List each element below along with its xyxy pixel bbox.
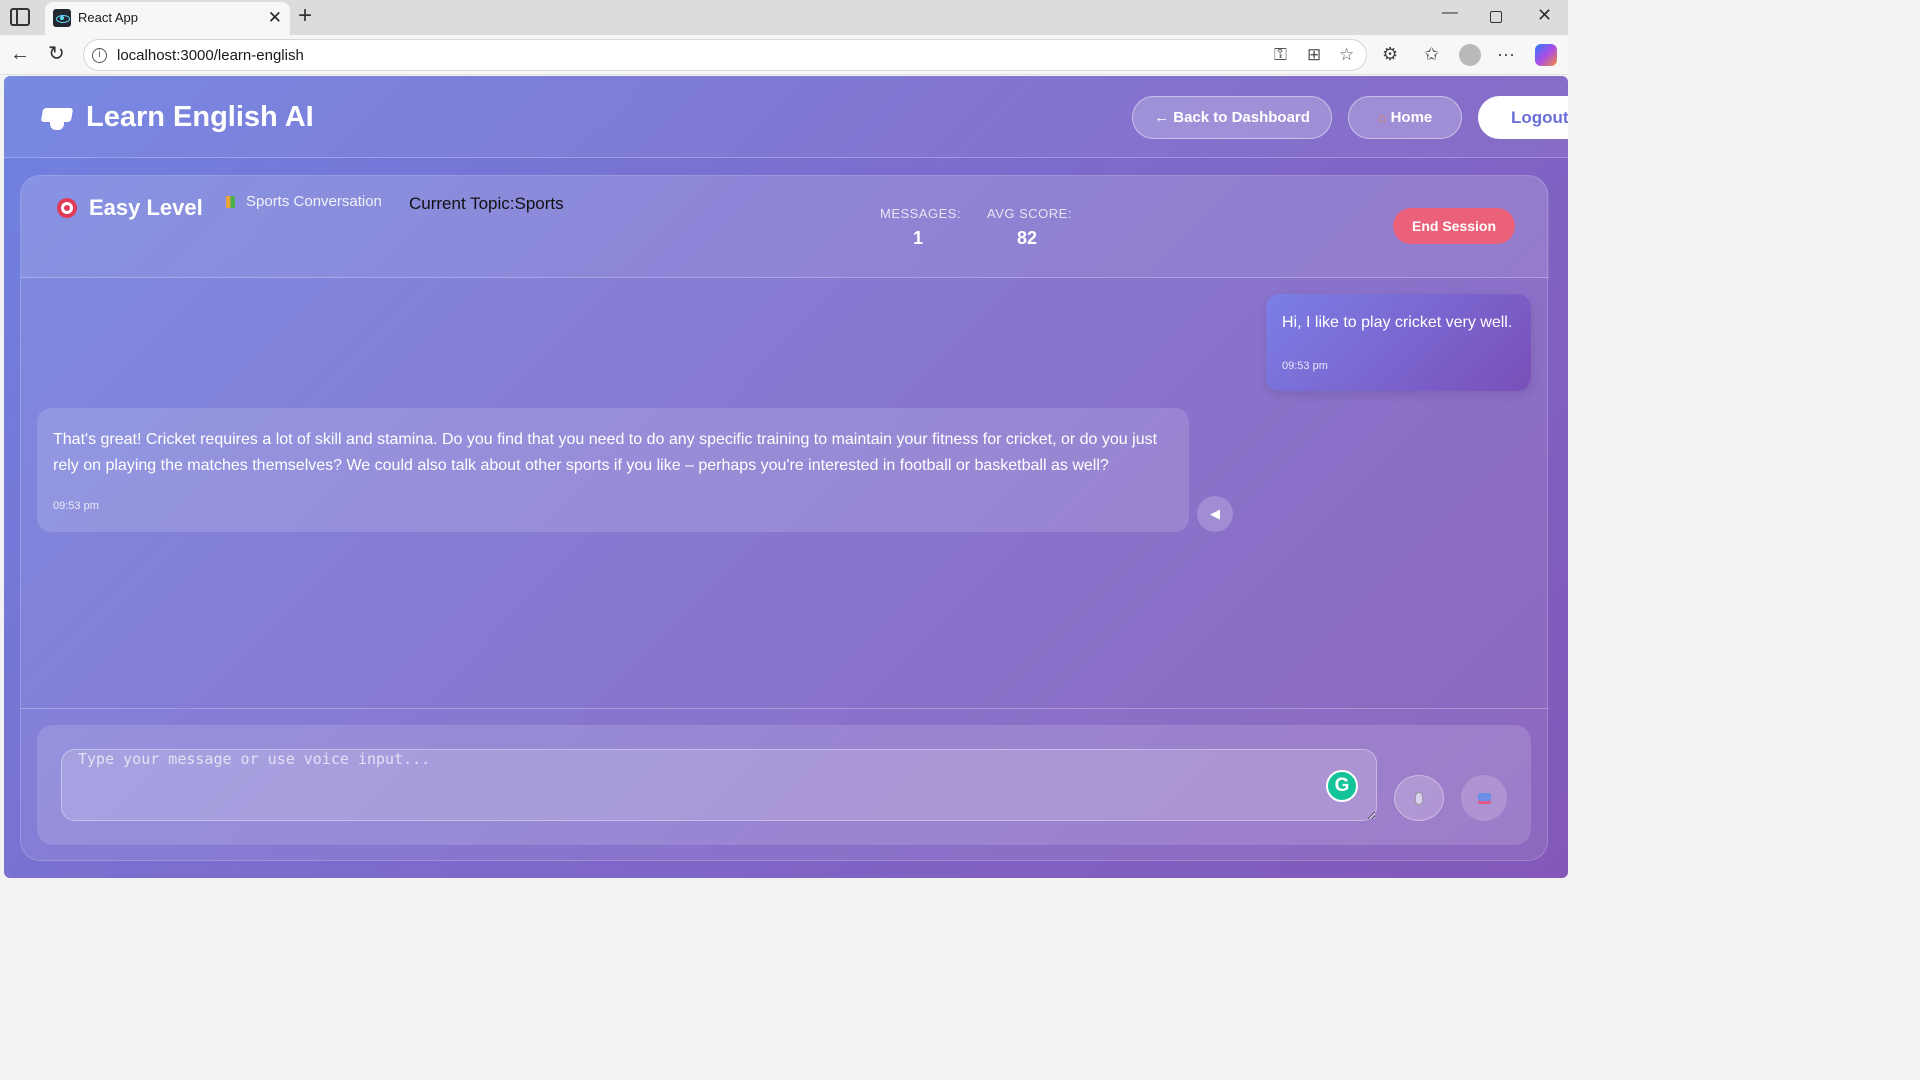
avg-score-stat-label: AVG SCORE: [987,206,1072,221]
reload-icon[interactable]: ↻ [48,43,65,65]
message-timestamp: 09:53 pm [53,500,99,512]
url-field[interactable]: i localhost:3000/learn-english ⚿ ⊞ ☆ [83,39,1367,71]
new-tab-icon[interactable]: + [298,3,312,29]
messages-stat-value: 1 [913,228,924,248]
key-icon[interactable]: ⚿ [1274,45,1287,65]
messages-stat-label: MESSAGES: [880,206,962,221]
send-button[interactable] [1461,775,1507,821]
message-text: That's great! Cricket requires a lot of … [53,431,1158,474]
end-session-button[interactable]: End Session [1393,208,1515,244]
current-topic-label: Current Topic:Sports [409,194,564,213]
more-menu-icon[interactable]: ··· [1497,44,1515,64]
app-page: Learn English AI ← Back to Dashboard ⌂ H… [4,76,1568,878]
session-info-bar: Easy Level Sports Conversation Current T… [21,176,1549,278]
graduation-cap-icon [40,104,74,132]
microphone-icon [1415,791,1423,805]
site-info-icon[interactable]: i [92,48,107,63]
sidebar-toggle-icon[interactable] [10,8,30,26]
message-text: Hi, I like to play cricket very well. [1282,314,1513,331]
browser-tab[interactable]: React App ✕ [45,2,290,35]
favorites-icon[interactable]: ✩ [1424,44,1439,64]
home-button[interactable]: ⌂ Home [1348,96,1462,139]
level-label: Easy Level [89,195,203,220]
microphone-button[interactable] [1394,775,1444,821]
address-bar: ← ↻ i localhost:3000/learn-english ⚿ ⊞ ☆… [0,35,1568,75]
back-to-dashboard-button[interactable]: ← Back to Dashboard [1132,96,1332,139]
conversation-type-label: Sports Conversation [246,193,382,210]
tab-title: React App [78,10,138,25]
message-timestamp: 09:53 pm [1282,360,1328,372]
avg-score-stat-value: 82 [1017,228,1038,248]
favorite-star-icon[interactable]: ☆ [1339,45,1354,65]
speaker-icon[interactable]: ◀ [1197,496,1233,532]
app-grid-icon[interactable]: ⊞ [1307,45,1321,65]
house-icon: ⌂ [1377,110,1386,125]
copilot-icon[interactable] [1535,44,1557,66]
minimize-icon[interactable]: — [1442,4,1458,22]
back-arrow-icon[interactable]: ← [10,43,30,65]
brand-title: Learn English AI [86,101,314,133]
app-header: Learn English AI ← Back to Dashboard ⌂ H… [4,76,1568,158]
window-close-icon[interactable]: ✕ [1537,5,1552,26]
browser-tab-bar: React App ✕ + — ✕ [0,0,1568,35]
home-label: Home [1390,109,1433,126]
react-favicon-icon [53,9,71,27]
grammarly-icon[interactable]: G [1326,770,1358,802]
restore-icon[interactable] [1490,11,1502,23]
extensions-icon[interactable]: ⚙ [1382,44,1398,64]
books-icon [226,196,235,208]
composer-divider [21,708,1549,709]
url-text[interactable]: localhost:3000/learn-english [117,47,304,64]
send-icon [1477,792,1491,804]
target-icon [57,198,77,218]
user-message-bubble: Hi, I like to play cricket very well. 09… [1266,294,1531,391]
logout-button[interactable]: Logout [1478,96,1568,139]
assistant-message-bubble: That's great! Cricket requires a lot of … [37,408,1189,532]
session-card: Easy Level Sports Conversation Current T… [20,175,1549,861]
profile-avatar-icon[interactable] [1459,44,1481,66]
tab-close-icon[interactable]: ✕ [268,8,282,28]
message-composer: G [37,725,1531,845]
message-input[interactable] [61,749,1377,821]
